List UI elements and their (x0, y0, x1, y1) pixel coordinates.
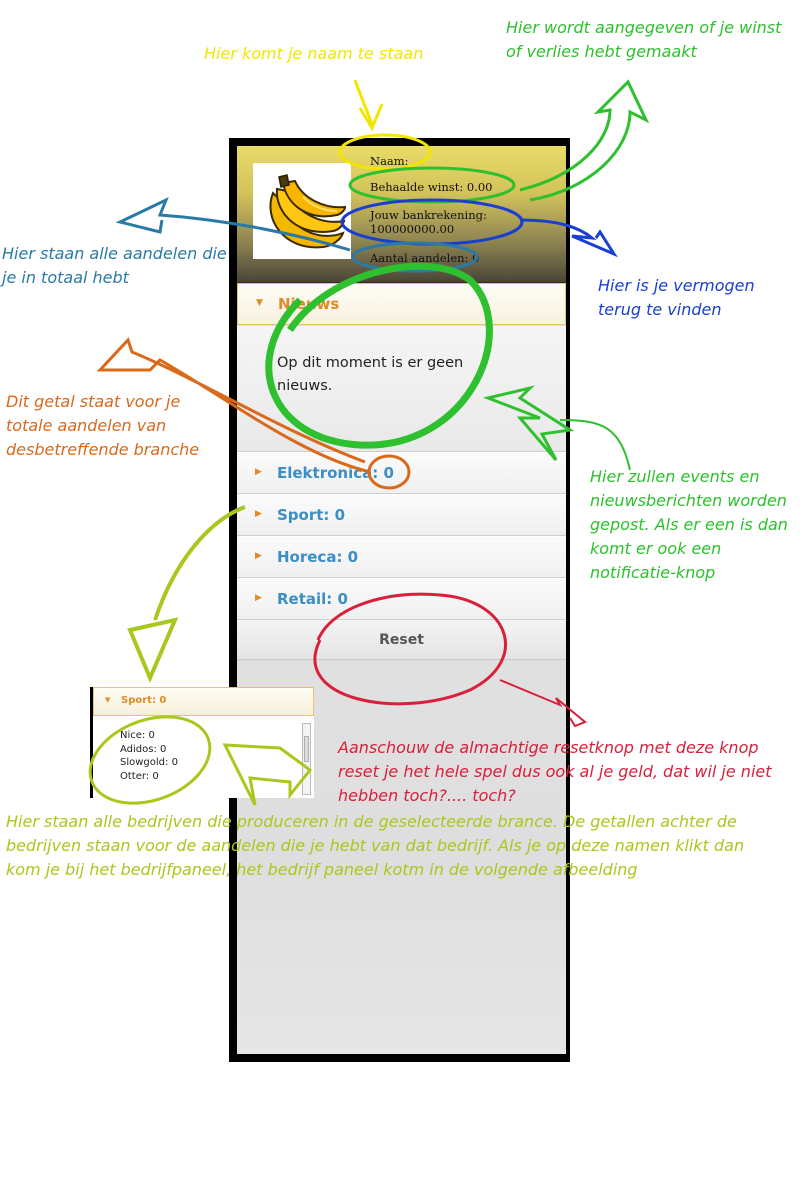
accordion-retail[interactable]: ▶ Retail: 0 (237, 578, 566, 620)
accordion-retail-label: Retail: 0 (277, 590, 348, 608)
player-shares: Aantal aandelen: 0 (370, 251, 480, 265)
player-name: Naam: (370, 154, 409, 168)
news-panel: Op dit moment is er geen nieuws. (237, 326, 566, 452)
accordion-horeca-label: Horeca: 0 (277, 548, 359, 566)
company-item[interactable]: Adidos: 0 (120, 743, 178, 757)
accordion-sport[interactable]: ▶ Sport: 0 (237, 494, 566, 536)
app-screen: Naam: Behaalde winst: 0.00 Jouw bankreke… (237, 146, 566, 1054)
news-text: Op dit moment is er geen nieuws. (277, 355, 464, 394)
player-header: Naam: Behaalde winst: 0.00 Jouw bankreke… (237, 146, 566, 283)
annotation-name: Hier komt je naam te staan (204, 44, 424, 63)
caret-down-icon: ▼ (256, 298, 263, 308)
bank-label: Jouw bankrekening: (370, 208, 487, 222)
sport-expanded-inset: ▼ Sport: 0 Nice: 0 Adidos: 0 Slowgold: 0… (90, 687, 314, 798)
banana-icon (253, 163, 351, 259)
annotation-bank: Hier is je vermogen terug te vinden (598, 276, 755, 319)
reset-button[interactable]: Reset (237, 620, 566, 660)
player-profit: Behaalde winst: 0.00 (370, 180, 493, 194)
bank-value: 100000000.00 (370, 222, 455, 236)
annotation-reset: Aanschouw de almachtige resetknop met de… (338, 738, 772, 805)
caret-right-icon: ▶ (255, 467, 262, 477)
accordion-nieuws[interactable]: ▼ Nieuws (237, 283, 566, 325)
company-item[interactable]: Nice: 0 (120, 729, 178, 743)
annotation-shares: Hier staan alle aandelen die je in totaa… (2, 244, 227, 287)
app-frame: Naam: Behaalde winst: 0.00 Jouw bankreke… (229, 138, 570, 1062)
annotation-news: Hier zullen events en nieuwsberichten wo… (590, 467, 788, 582)
reset-bar: Reset (237, 620, 566, 660)
company-item[interactable]: Slowgold: 0 (120, 756, 178, 770)
company-list: Nice: 0 Adidos: 0 Slowgold: 0 Otter: 0 (120, 729, 178, 783)
scrollbar[interactable] (302, 723, 311, 795)
accordion-sport-label: Sport: 0 (277, 506, 346, 524)
inset-accordion-sport[interactable]: ▼ Sport: 0 (93, 687, 314, 716)
annotation-companies: Hier staan alle bedrijven die produceren… (6, 812, 745, 879)
accordion-horeca[interactable]: ▶ Horeca: 0 (237, 536, 566, 578)
caret-right-icon: ▶ (255, 593, 262, 603)
accordion-elektronica[interactable]: ▶ Elektronica: 0 (237, 452, 566, 494)
accordion-elektronica-label: Elektronica: 0 (277, 464, 394, 482)
player-bank: Jouw bankrekening: 100000000.00 (370, 208, 520, 236)
annotation-profit: Hier wordt aangegeven of je winst of ver… (506, 18, 782, 61)
caret-right-icon: ▶ (255, 551, 262, 561)
inset-accordion-label: Sport: 0 (121, 695, 167, 706)
caret-right-icon: ▶ (255, 509, 262, 519)
accordion-nieuws-label: Nieuws (278, 295, 340, 313)
company-item[interactable]: Otter: 0 (120, 770, 178, 784)
scrollbar-thumb[interactable] (304, 736, 309, 762)
annotation-branch-count: Dit getal staat voor je totale aandelen … (6, 392, 200, 459)
caret-down-icon: ▼ (105, 696, 111, 704)
